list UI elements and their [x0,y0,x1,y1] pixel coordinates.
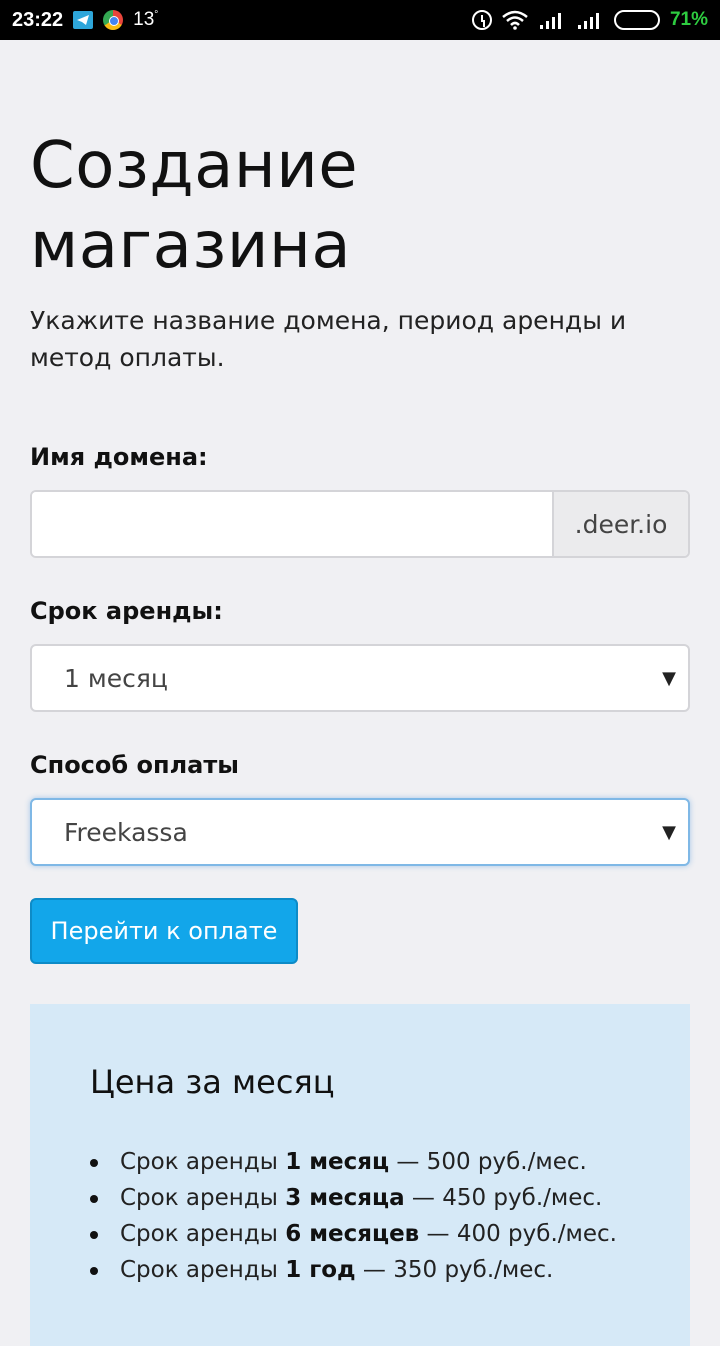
payment-select[interactable]: Freekassa ▼ [30,798,690,866]
temperature: 13° [133,9,159,30]
domain-label: Имя домена: [30,443,208,471]
status-bar: 23:22 13° 71% [0,0,720,40]
status-bar-left: 23:22 13° [12,9,158,32]
period-select[interactable]: 1 месяц ▼ [30,644,690,712]
wifi-icon [502,10,528,30]
chevron-down-icon: ▼ [662,667,676,689]
battery-percent: 71% [669,9,708,30]
payment-label: Способ оплаты [30,751,239,779]
chevron-down-icon: ▼ [662,821,676,843]
domain-suffix: .deer.io [552,492,688,556]
battery-icon [613,10,660,30]
go-to-payment-button[interactable]: Перейти к оплате [30,898,298,964]
signal-icon [577,13,599,29]
domain-input-group: .deer.io [30,490,690,558]
signal-icon [539,13,561,29]
pricing-item: Срок аренды 3 месяца — 450 руб./мес. [90,1180,630,1216]
pricing-item: Срок аренды 1 год — 350 руб./мес. [90,1252,630,1288]
page-subtitle: Укажите название домена, период аренды и… [30,306,627,372]
pricing-list: Срок аренды 1 месяц — 500 руб./мес. Срок… [90,1144,630,1288]
status-bar-right: 71% [471,9,708,31]
chrome-icon [103,10,124,30]
alarm-icon [471,10,492,30]
page-title: Создание магазина [30,129,359,283]
period-selected-value: 1 месяц [64,663,168,693]
pricing-panel: Цена за месяц Срок аренды 1 месяц — 500 … [30,1004,690,1346]
period-label: Срок аренды: [30,597,223,625]
telegram-icon [73,11,94,29]
pricing-item: Срок аренды 1 месяц — 500 руб./мес. [90,1144,630,1180]
domain-input[interactable] [32,492,552,556]
pricing-title: Цена за месяц [90,1063,335,1101]
page-content: Создание магазина Укажите название домен… [30,40,690,1346]
pricing-item: Срок аренды 6 месяцев — 400 руб./мес. [90,1216,630,1252]
payment-selected-value: Freekassa [64,817,188,847]
clock: 23:22 [12,8,64,31]
